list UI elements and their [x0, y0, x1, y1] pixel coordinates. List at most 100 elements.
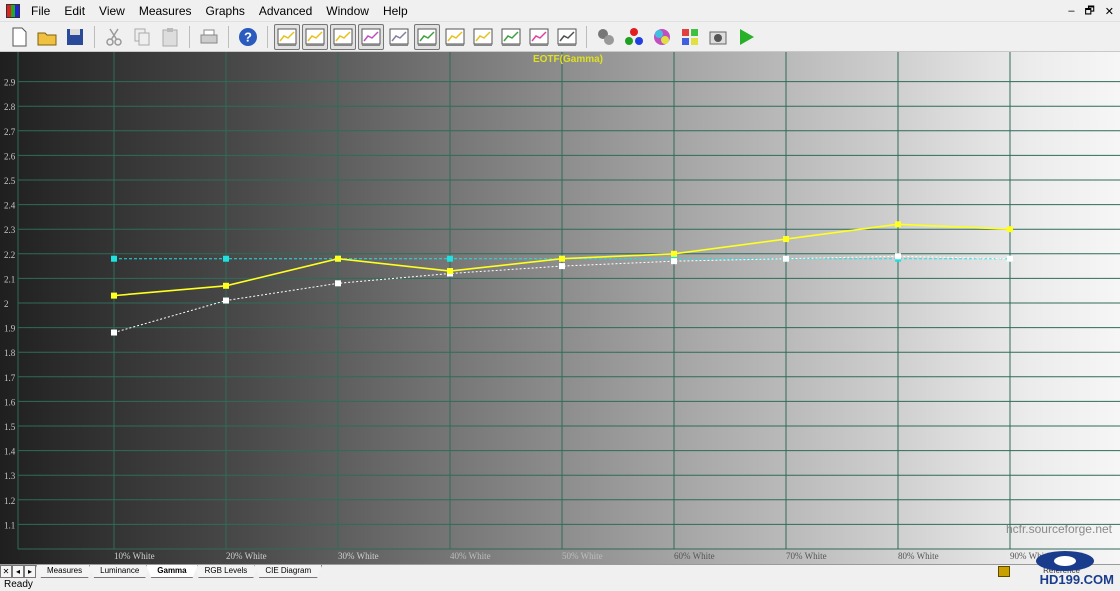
new-document-icon: [12, 27, 27, 46]
data-point-reference: [1007, 255, 1013, 262]
data-point-measured: [223, 282, 229, 289]
y-tick-label: 1.9: [4, 324, 16, 334]
data-point-measured: [783, 236, 789, 243]
data-point-measured: [671, 250, 677, 257]
graph-view-6-button[interactable]: [414, 23, 440, 50]
status-bar: Ready: [0, 578, 1120, 591]
y-tick-label: 2.2: [4, 250, 15, 260]
open-folder-icon: [37, 32, 57, 45]
graph-view-2-button[interactable]: [302, 23, 328, 50]
menu-measures[interactable]: Measures: [132, 0, 199, 22]
sensor-button[interactable]: [593, 24, 619, 50]
x-tick-label: 70% White: [786, 551, 827, 561]
menu-edit[interactable]: Edit: [57, 0, 92, 22]
graph-view-5-icon: [389, 28, 409, 46]
help-button[interactable]: ?: [235, 24, 261, 50]
play-button[interactable]: [733, 24, 759, 50]
graph-view-11-icon: [557, 28, 577, 46]
color-wheel-button[interactable]: [649, 24, 675, 50]
graph-view-7-icon: [445, 28, 465, 46]
toolbar-separator: [228, 25, 229, 48]
graph-view-4-icon: [361, 28, 381, 46]
print-button[interactable]: [196, 24, 222, 50]
data-point-measured: [1007, 226, 1013, 233]
menu-advanced[interactable]: Advanced: [252, 0, 319, 22]
app-icon[interactable]: [6, 3, 20, 18]
tab-measures[interactable]: Measures: [36, 565, 93, 578]
data-point-reference: [895, 253, 901, 260]
paste-button[interactable]: [157, 24, 183, 50]
toolbar-separator: [189, 25, 190, 48]
graph-view-10-icon: [529, 28, 549, 46]
tab-rgb-levels[interactable]: RGB Levels: [194, 565, 259, 578]
y-tick-label: 1.8: [4, 348, 16, 358]
menu-view[interactable]: View: [92, 0, 132, 22]
y-tick-label: 1.5: [4, 422, 16, 432]
gamma-chart: 1.1 1.2 1.3 1.4 1.5 1.6 1.7 1.8 1.9 2 2.1 2.2 2.3 2.4…: [0, 52, 1120, 564]
tab-cie-diagram[interactable]: CIE Diagram: [254, 565, 322, 578]
svg-text:?: ?: [244, 29, 252, 44]
close-button[interactable]: ✕: [1105, 5, 1114, 18]
graph-view-8-button[interactable]: [470, 24, 496, 50]
site-logo: HD199.COM: [1004, 551, 1114, 587]
graph-view-8-icon: [473, 28, 493, 46]
graph-view-10-button[interactable]: [526, 24, 552, 50]
tab-luminance[interactable]: Luminance: [89, 565, 150, 578]
menu-bar: File Edit View Measures Graphs Advanced …: [0, 0, 1120, 22]
palette-button[interactable]: [677, 24, 703, 50]
y-tick-label: 2.4: [4, 201, 16, 211]
graph-view-9-button[interactable]: [498, 24, 524, 50]
status-text: Ready: [4, 579, 33, 590]
logo-text: HD199.COM: [1039, 572, 1114, 587]
graph-view-11-button[interactable]: [554, 24, 580, 50]
y-tick-label: 2.3: [4, 225, 16, 235]
tab-gamma[interactable]: Gamma: [146, 565, 197, 578]
toolbar: ?: [0, 22, 1120, 52]
graph-view-7-button[interactable]: [442, 24, 468, 50]
copy-button[interactable]: [129, 24, 155, 50]
new-document-button[interactable]: [6, 24, 32, 50]
y-tick-label: 1.1: [4, 520, 15, 530]
menu-help[interactable]: Help: [376, 0, 415, 22]
save-disk-button[interactable]: [62, 24, 88, 50]
graph-view-9-icon: [501, 28, 521, 46]
graph-view-1-icon: [277, 28, 297, 46]
cut-scissors-button[interactable]: [101, 24, 127, 50]
menu-graphs[interactable]: Graphs: [199, 0, 252, 22]
cut-scissors-icon: [106, 28, 122, 46]
menu-file[interactable]: File: [24, 0, 57, 22]
y-tick-label: 2: [4, 299, 9, 309]
palette-icon: [682, 28, 698, 45]
graph-view-2-icon: [305, 28, 325, 46]
y-tick-label: 1.4: [4, 447, 16, 457]
save-disk-icon: [67, 28, 83, 45]
data-point-reference: [335, 280, 341, 287]
graph-view-4-button[interactable]: [358, 23, 384, 50]
camera-button[interactable]: [705, 24, 731, 50]
y-tick-label: 2.6: [4, 151, 16, 161]
x-tick-label: 30% White: [338, 551, 379, 561]
data-point-measured: [895, 221, 901, 228]
tab-prev-button[interactable]: ◂: [12, 565, 24, 578]
camera-icon: [709, 31, 727, 44]
help-icon: ?: [239, 27, 257, 46]
open-folder-button[interactable]: [34, 24, 60, 50]
toolbar-separator: [267, 25, 268, 48]
rgb-balls-button[interactable]: [621, 24, 647, 50]
y-tick-label: 1.7: [4, 373, 16, 383]
play-icon: [740, 28, 754, 45]
x-tick-label: 60% White: [674, 551, 715, 561]
restore-button[interactable]: 🗗: [1084, 2, 1094, 21]
tab-next-button[interactable]: ▸: [24, 565, 36, 578]
graph-view-3-button[interactable]: [330, 23, 356, 50]
minimize-button[interactable]: –: [1068, 5, 1074, 17]
paste-icon: [162, 27, 178, 46]
x-tick-label: 10% White: [114, 551, 155, 561]
tab-close-button[interactable]: ✕: [0, 565, 12, 578]
graph-view-1-button[interactable]: [274, 23, 300, 50]
x-tick-label: 50% White: [562, 551, 603, 561]
x-tick-label: 80% White: [898, 551, 939, 561]
menu-window[interactable]: Window: [319, 0, 376, 22]
graph-view-5-button[interactable]: [386, 24, 412, 50]
window-controls: – 🗗 ✕: [1068, 0, 1114, 22]
